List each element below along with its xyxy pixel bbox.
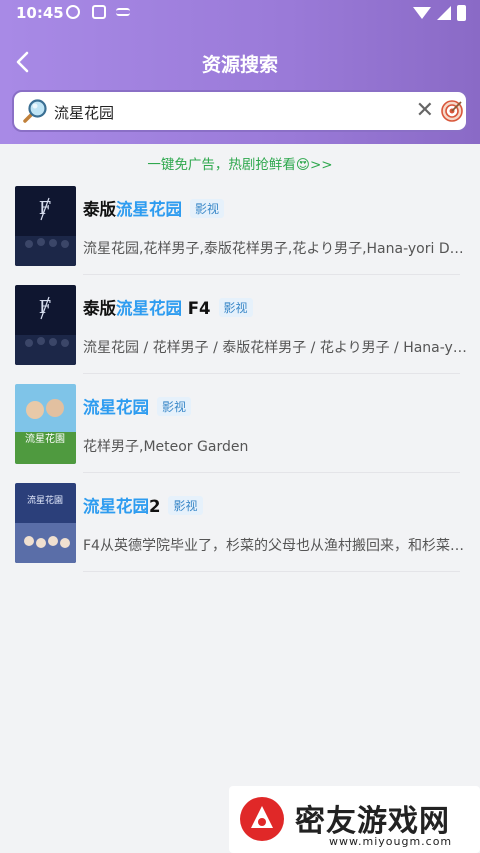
status-bar: 10:45 <box>0 0 480 28</box>
magnifier-icon <box>23 99 47 123</box>
notification-bar-icon <box>116 8 130 16</box>
poster-thumbnail: 流星花園 <box>15 384 76 464</box>
wifi-icon <box>413 7 431 19</box>
category-tag: 影视 <box>190 199 225 218</box>
signal-icon <box>437 6 451 20</box>
watermark-brand: 密友游戏网 <box>295 804 450 839</box>
clear-icon[interactable]: ✕ <box>416 98 434 124</box>
search-bar[interactable]: 流星花园 ✕ <box>12 90 468 132</box>
category-tag: 影视 <box>218 298 253 317</box>
poster-thumbnail: F <box>15 186 76 266</box>
category-tag: 影视 <box>168 496 203 515</box>
svg-text:流星花園: 流星花園 <box>25 432 65 445</box>
result-item[interactable]: 流星花園 流星花园 影视 花样男子,Meteor Garden <box>0 374 480 473</box>
poster-thumbnail: F <box>15 285 76 365</box>
status-time: 10:45 <box>16 4 64 22</box>
result-title: 泰版流星花园 影视 <box>83 196 225 220</box>
result-description: 流星花园,花样男子,泰版花样男子,花より男子,Hana-yori Dango <box>83 241 469 257</box>
result-description: 流星花园 / 花样男子 / 泰版花样男子 / 花より男子 / Hana-yori… <box>83 340 469 356</box>
battery-icon <box>457 5 466 21</box>
svg-text:流星花園: 流星花園 <box>27 494 63 506</box>
result-item[interactable]: F 泰版流星花园影视 流星花园,花样男子,泰版花样男子,花より男子,Hana-y… <box>0 176 480 275</box>
result-item[interactable]: 流星花園 流星花园2 影视 F4从英德学院毕业了，杉菜的父母也从渔村搬回来，和杉菜… <box>0 473 480 572</box>
poster-thumbnail: 流星花園 <box>15 483 76 563</box>
result-item[interactable]: F 泰版流星花园 F4影视 流星花园 / 花样男子 / 泰版花样男子 / 花より… <box>0 275 480 374</box>
result-title: 流星花园2 影视 <box>83 493 203 517</box>
divider <box>83 571 460 572</box>
result-description: 花样男子,Meteor Garden <box>83 439 249 455</box>
notification-a-icon <box>92 5 106 19</box>
target-icon[interactable] <box>440 99 464 123</box>
page-title: 资源搜索 <box>201 54 278 76</box>
result-title: 泰版流星花园 F4 影视 <box>83 295 253 319</box>
notification-q-icon <box>66 5 80 19</box>
result-description: F4从英德学院毕业了，杉菜的父母也从渔村搬回来，和杉菜一起生活 <box>83 538 469 554</box>
site-logo-icon <box>240 797 284 841</box>
category-tag: 影视 <box>157 397 192 416</box>
watermark-url: www.miyougm.com <box>329 835 453 848</box>
watermark: 密友游戏网 www.miyougm.com <box>229 786 480 853</box>
promo-link[interactable]: 一键免广告，热剧抢鲜看😍>> <box>0 153 480 173</box>
result-list: F 泰版流星花园影视 流星花园,花样男子,泰版花样男子,花より男子,Hana-y… <box>0 176 480 572</box>
search-input[interactable]: 流星花园 <box>54 102 114 123</box>
result-title: 流星花园 影视 <box>83 394 192 418</box>
